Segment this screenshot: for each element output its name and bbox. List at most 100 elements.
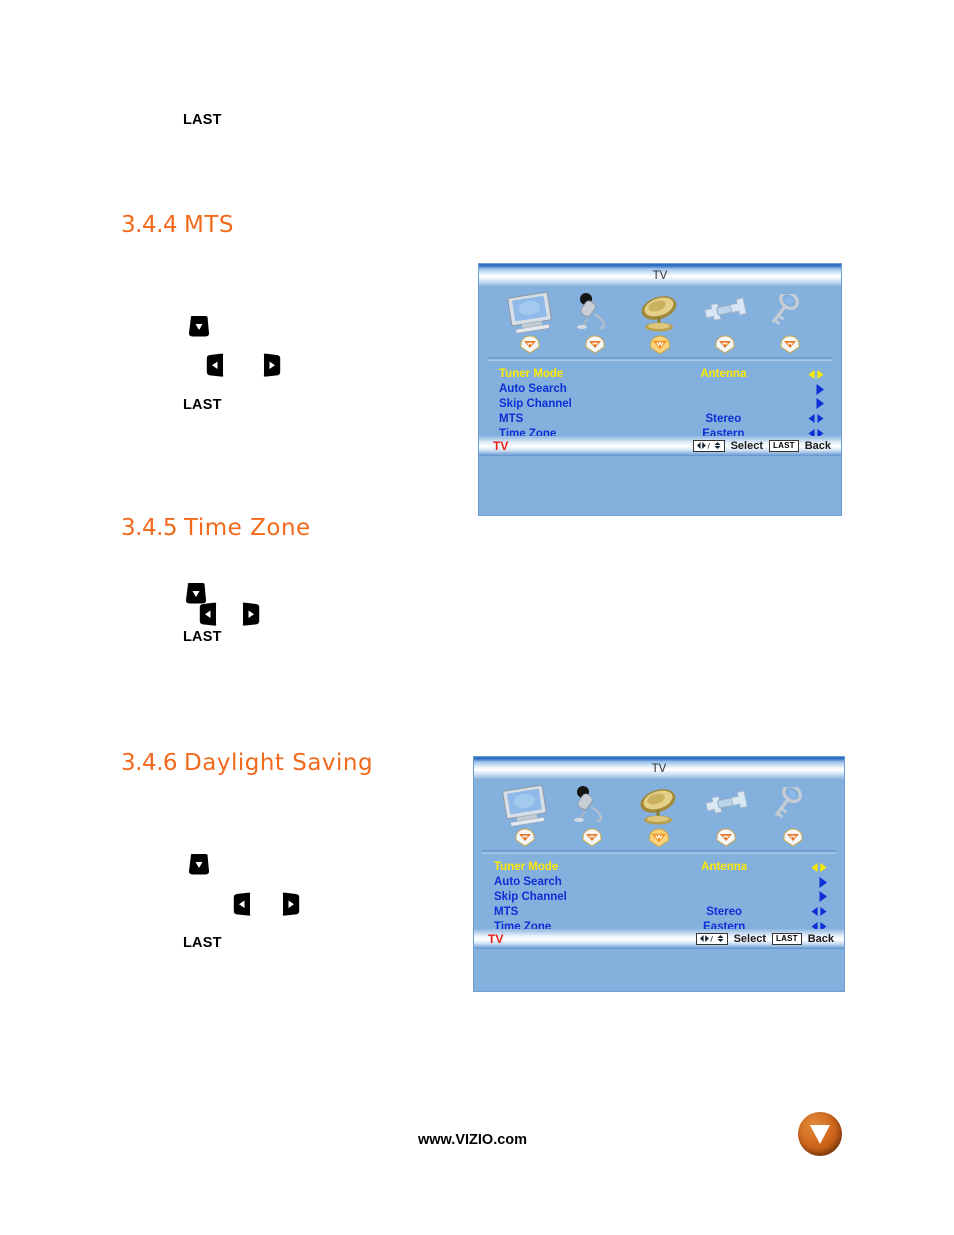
osd-title-bar: TV [474,757,844,779]
osd-source-label: TV [493,438,509,453]
key-icon [774,787,802,819]
osd-badge-microphone [560,828,624,848]
navigation-keys-icon: / [695,932,728,945]
osd-icon-microphone[interactable] [563,292,627,334]
microphone-icon [574,786,603,822]
wrench-icon [704,297,748,322]
osd-select-hint-label: Select [733,932,767,945]
osd-footer-hints: / Select LAST Back [692,439,831,452]
osd-badge-row [479,334,841,356]
osd-icon-wrench[interactable] [694,787,758,827]
osd-menu-row-tuner-mode[interactable]: Tuner Mode Antenna [474,860,844,875]
osd-footer-hints: / Select LAST Back [695,932,834,945]
section-number: 3.4.5 [121,515,178,541]
osd-title: TV [651,763,667,775]
vizio-v-icon [810,1125,830,1144]
vizio-badge-icon [585,335,605,354]
osd-menu-value: Antenna [700,368,747,381]
osd-footer-bar: TV / Select LAST Back [479,435,841,456]
satellite-dish-icon [641,296,677,332]
osd-menu-value: Stereo [705,412,742,425]
vizio-badge-icon [582,828,602,847]
osd-menu-row-auto-search[interactable]: Auto Search [479,382,841,397]
osd-icon-satellite-dish[interactable] [627,785,691,827]
section-title: Daylight Saving [184,750,374,776]
osd-back-hint-label: Back [804,439,831,452]
key-icon [771,294,800,326]
osd-menu-row-mts[interactable]: MTS Stereo [474,904,844,919]
osd-menu-label: Auto Search [494,876,562,889]
osd-menu-label: Skip Channel [494,890,567,903]
osd-body: Tuner Mode Antenna Auto Search Skip Chan… [479,286,841,456]
osd-icon-microphone[interactable] [560,785,624,827]
vizio-logo [798,1112,842,1156]
last-button-label-mts: LAST [183,397,222,413]
vizio-badge-selected-icon [649,828,669,848]
section-title: Time Zone [184,515,311,541]
osd-icon-row [474,779,844,827]
last-keycap: LAST [772,932,802,945]
osd-menu-screenshot-1: TV Tuner Mode Antenna Auto Search Skip C… [478,263,842,516]
osd-menu-label: Tuner Mode [499,368,564,381]
left-right-arrow-icon[interactable] [801,413,825,425]
left-right-arrow-icon[interactable] [804,906,828,918]
vizio-badge-icon [715,335,735,354]
right-arrow-icon[interactable] [804,890,828,903]
osd-icon-tv-monitor[interactable] [498,292,562,334]
osd-menu-screenshot-2: TV Tuner Mode Antenna Auto Search Skip C… [473,756,845,992]
osd-back-hint-label: Back [807,932,834,945]
osd-icon-wrench[interactable] [693,294,757,334]
osd-menu-row-skip-channel[interactable]: Skip Channel [479,397,841,412]
osd-badge-tv [498,335,562,355]
right-arrow-icon[interactable] [804,876,828,889]
osd-menu-row-tuner-mode[interactable]: Tuner Mode Antenna [479,367,841,382]
osd-badge-row [474,827,844,849]
svg-text:/: / [710,935,713,943]
osd-icon-row [479,286,841,334]
vizio-badge-icon [783,828,803,847]
osd-badge-satellite-selected [628,335,692,356]
right-arrow-icon[interactable] [801,397,825,410]
osd-select-hint-label: Select [730,439,764,452]
osd-badge-tv [493,828,557,848]
remote-left-button-icon-2 [198,601,219,627]
wrench-icon [704,790,748,815]
last-keycap: LAST [769,439,799,452]
osd-menu-label: Tuner Mode [494,861,559,874]
osd-menu-label: MTS [499,412,524,425]
left-right-arrow-icon[interactable] [804,861,828,873]
osd-menu-label: Skip Channel [499,397,572,410]
right-arrow-icon[interactable] [801,383,825,396]
remote-right-button-icon-2 [240,601,261,627]
remote-right-button-icon-3 [280,891,301,917]
osd-icon-satellite-dish[interactable] [628,292,692,334]
site-url[interactable]: www.VIZIO.com [418,1132,527,1148]
last-button-label-time-zone: LAST [183,629,222,645]
osd-menu-label: Auto Search [499,383,567,396]
osd-menu-row-skip-channel[interactable]: Skip Channel [474,890,844,905]
osd-menu-value: Antenna [701,861,748,874]
osd-badge-satellite-selected [627,828,691,849]
osd-icon-key[interactable] [761,787,825,827]
vizio-badge-icon [515,828,535,847]
section-heading-mts: 3.4.4 MTS [121,212,234,238]
section-number: 3.4.6 [121,750,178,776]
osd-icon-tv-monitor[interactable] [493,785,557,827]
osd-menu-row-auto-search[interactable]: Auto Search [474,875,844,890]
osd-footer-bar: TV / Select LAST Back [474,928,844,949]
last-button-label-daylight-saving: LAST [183,935,222,951]
osd-badge-key [761,828,825,848]
left-right-arrow-icon[interactable] [801,368,825,380]
satellite-dish-icon [640,789,676,825]
vizio-badge-selected-icon [649,335,670,355]
osd-source-label: TV [488,931,504,946]
osd-icon-key[interactable] [758,294,822,334]
vizio-badge-icon [780,335,800,354]
svg-text:/: / [707,442,710,450]
microphone-icon [576,293,605,329]
remote-left-button-icon-3 [232,891,253,917]
osd-badge-wrench [694,828,758,848]
osd-menu-label: MTS [494,905,519,918]
manual-page: LAST 3.4.4 MTS LAST TV Tuner Mode Antenn… [0,0,954,1235]
osd-menu-row-mts[interactable]: MTS Stereo [479,411,841,426]
